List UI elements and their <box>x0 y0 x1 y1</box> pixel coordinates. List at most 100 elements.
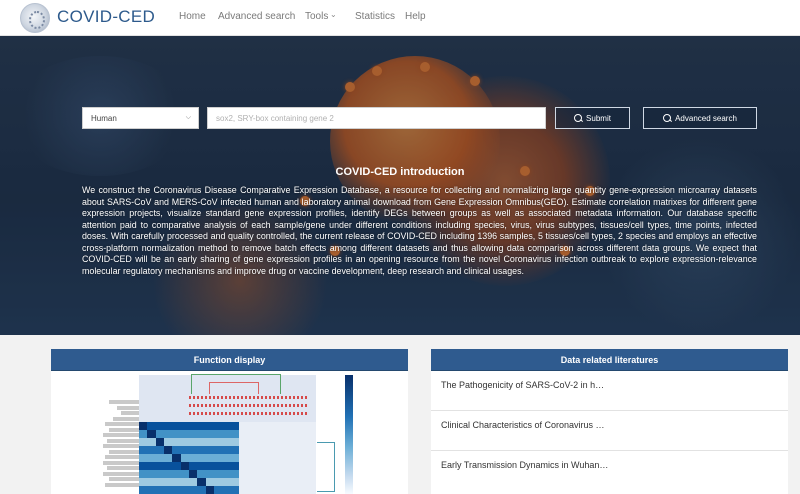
heatmap-cell <box>222 422 231 430</box>
heatmap-cell <box>213 446 223 454</box>
top-navbar: COVID-CED Home Advanced search Tools ⌄ S… <box>0 0 800 36</box>
heatmap-cell <box>222 470 231 478</box>
heatmap-cell <box>230 422 239 430</box>
heatmap-cell <box>172 462 181 470</box>
heatmap-cell <box>147 470 156 478</box>
nav-help[interactable]: Help <box>405 11 426 22</box>
heatmap-cell <box>205 478 214 486</box>
heatmap-cell <box>205 454 214 462</box>
heatmap-cell <box>163 430 173 438</box>
heatmap-cell <box>163 438 173 446</box>
heatmap-cell <box>155 446 164 454</box>
heatmap-cell <box>205 446 214 454</box>
search-icon <box>574 114 583 122</box>
heatmap-cell <box>139 486 148 494</box>
heatmap-cell <box>155 422 164 430</box>
heatmap-cell <box>230 478 239 486</box>
gene-search-input[interactable] <box>207 107 546 129</box>
globe-logo-icon[interactable] <box>20 3 50 33</box>
advanced-search-button[interactable]: Advanced search <box>643 107 757 129</box>
function-display-title: Function display <box>51 349 408 371</box>
heatmap-cell <box>172 478 181 486</box>
heatmap-cell <box>147 454 156 462</box>
heatmap-cell <box>147 430 156 438</box>
heatmap-cell <box>172 486 181 494</box>
literature-item[interactable]: The Pathogenicity of SARS-CoV-2 in h… <box>431 371 788 411</box>
brand-name[interactable]: COVID-CED <box>57 7 155 27</box>
heatmap-cell <box>197 462 206 470</box>
annotation-marks <box>189 396 307 400</box>
nav-advanced-search[interactable]: Advanced search <box>218 11 295 22</box>
heatmap-cell <box>147 478 156 486</box>
heatmap-cell <box>188 470 198 478</box>
heatmap-cell <box>188 478 198 486</box>
literature-item[interactable]: Early Transmission Dynamics in Wuhan… <box>431 451 788 491</box>
submit-button[interactable]: Submit <box>555 107 630 129</box>
heatmap-cell <box>139 446 148 454</box>
heatmap-cell <box>188 462 198 470</box>
heatmap-cell <box>188 454 198 462</box>
heatmap-cell <box>139 470 148 478</box>
nav-tools[interactable]: Tools <box>305 11 328 22</box>
heatmap-cell <box>163 454 173 462</box>
heatmap-background <box>239 422 316 494</box>
heatmap-cell <box>163 470 173 478</box>
heatmap-cell <box>172 454 181 462</box>
heatmap-cell <box>213 430 223 438</box>
heatmap-cell <box>197 430 206 438</box>
heatmap-cell <box>163 486 173 494</box>
heatmap-cell <box>139 430 148 438</box>
row-labels <box>99 400 139 494</box>
heatmap-cell <box>205 422 214 430</box>
literature-panel: Data related literatures The Pathogenici… <box>431 349 788 494</box>
heatmap-cell <box>172 438 181 446</box>
hero-banner: Human ⌵ Submit Advanced search COVID-CED… <box>0 36 800 335</box>
species-select[interactable]: Human ⌵ <box>82 107 199 129</box>
annotation-marks <box>189 412 307 416</box>
heatmap-cell <box>180 462 189 470</box>
heatmap-cell <box>230 486 239 494</box>
nav-statistics[interactable]: Statistics <box>355 11 395 22</box>
annotation-marks <box>189 404 307 408</box>
heatmap-matrix <box>139 422 239 494</box>
heatmap-figure[interactable] <box>51 372 408 494</box>
heatmap-cell <box>222 462 231 470</box>
heatmap-cell <box>180 446 189 454</box>
heatmap-cell <box>222 438 231 446</box>
heatmap-cell <box>188 430 198 438</box>
advanced-search-button-label: Advanced search <box>675 113 737 123</box>
heatmap-cell <box>197 470 206 478</box>
heatmap-cell <box>197 454 206 462</box>
row-dendrogram <box>317 442 335 492</box>
heatmap-cell <box>213 438 223 446</box>
heatmap-cell <box>213 478 223 486</box>
heatmap-cell <box>180 478 189 486</box>
heatmap-cell <box>180 486 189 494</box>
heatmap-cell <box>188 486 198 494</box>
heatmap-cell <box>147 446 156 454</box>
heatmap-cell <box>139 462 148 470</box>
heatmap-cell <box>197 486 206 494</box>
heatmap-cell <box>205 470 214 478</box>
heatmap-cell <box>163 462 173 470</box>
heatmap-cell <box>172 430 181 438</box>
chevron-down-icon[interactable]: ⌄ <box>330 10 337 19</box>
function-display-panel: Function display <box>51 349 408 494</box>
heatmap-cell <box>213 454 223 462</box>
heatmap-cell <box>180 438 189 446</box>
literature-item[interactable]: Clinical Characteristics of Coronavirus … <box>431 411 788 451</box>
nav-home[interactable]: Home <box>179 11 206 22</box>
heatmap-cell <box>172 422 181 430</box>
heatmap-cell <box>205 486 214 494</box>
heatmap-cell <box>222 430 231 438</box>
heatmap-cell <box>205 462 214 470</box>
color-scale-bar <box>345 375 353 494</box>
heatmap-cell <box>172 470 181 478</box>
heatmap-cell <box>230 454 239 462</box>
heatmap-cell <box>147 462 156 470</box>
literature-panel-title: Data related literatures <box>431 349 788 371</box>
heatmap-cell <box>197 446 206 454</box>
heatmap-cell <box>155 462 164 470</box>
intro-title: COVID-CED introduction <box>335 166 465 178</box>
heatmap-cell <box>147 486 156 494</box>
